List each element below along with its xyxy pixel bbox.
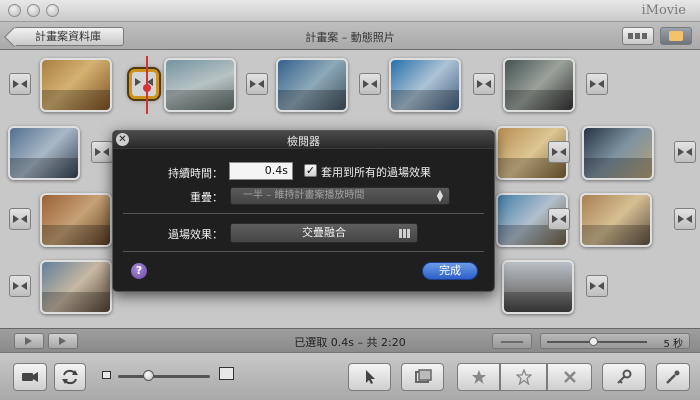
divider xyxy=(123,251,484,252)
overlap-select[interactable]: 一半 – 維持計畫案播放時間 ▲ ▼ xyxy=(230,187,450,205)
swap-arrows-icon xyxy=(62,369,78,385)
large-thumbnail-icon xyxy=(219,367,234,380)
mark-favorite-button[interactable] xyxy=(457,363,500,391)
transition-effect-label: 過場效果： xyxy=(168,228,223,241)
star-filled-icon xyxy=(471,370,486,384)
apply-all-label[interactable]: 套用到所有的過場效果 xyxy=(321,164,431,180)
keyword-button[interactable] xyxy=(602,363,646,391)
camera-import-button[interactable] xyxy=(13,363,47,391)
speech-bubble-icon xyxy=(669,31,683,41)
select-arrows-icon: ▲ ▼ xyxy=(436,188,443,203)
unmark-button[interactable] xyxy=(500,363,547,391)
inspector-titlebar: ✕ 檢閱器 xyxy=(113,131,494,149)
zoom-window-button[interactable] xyxy=(46,4,59,17)
window-titlebar: iMovie xyxy=(0,0,700,22)
pointer-tool-button[interactable] xyxy=(348,363,391,391)
small-thumbnail-icon xyxy=(102,371,111,379)
audio-waveform-button[interactable] xyxy=(492,333,532,349)
add-clip-icon xyxy=(414,369,432,383)
project-header: 計畫案資料庫 計畫案 – 動態照片 xyxy=(0,22,700,50)
done-button[interactable]: 完成 xyxy=(422,262,478,280)
add-to-project-button[interactable] xyxy=(401,363,444,391)
apply-all-checkbox[interactable]: ✓ xyxy=(304,164,317,177)
star-outline-icon xyxy=(515,369,532,385)
filmstrip-view-button[interactable] xyxy=(622,27,654,45)
divider xyxy=(123,213,484,214)
reject-button[interactable] xyxy=(547,363,592,391)
thumbnail-size-knob[interactable] xyxy=(143,370,154,381)
eyedropper-button[interactable] xyxy=(656,363,690,391)
view-buttons xyxy=(622,27,692,45)
zoom-value: 5 秒 xyxy=(663,339,683,350)
x-icon xyxy=(563,371,576,383)
inspector-dialog: ✕ 檢閱器 持續時間： 0.4s ✓ 套用到所有的過場效果 重疊： 一半 – 維… xyxy=(112,130,495,292)
help-button[interactable]: ? xyxy=(131,263,147,279)
close-window-button[interactable] xyxy=(8,4,21,17)
arrow-cursor-icon xyxy=(365,370,375,384)
status-bar: 已選取 0.4s – 共 2:20 5 秒 xyxy=(0,328,700,352)
overlap-value: 一半 – 維持計畫案播放時間 xyxy=(243,190,365,201)
minimize-window-button[interactable] xyxy=(27,4,40,17)
grid-icon xyxy=(399,229,411,238)
project-title: 計畫案 – 動態照片 xyxy=(305,31,395,44)
key-icon xyxy=(617,369,632,384)
zoom-slider[interactable]: 5 秒 xyxy=(540,333,690,350)
transition-effect-value: 交疊融合 xyxy=(302,226,346,239)
duration-field[interactable]: 0.4s xyxy=(229,162,293,180)
zoom-knob[interactable] xyxy=(589,337,598,346)
comments-view-button[interactable] xyxy=(660,27,692,45)
transition-effect-button[interactable]: 交疊融合 xyxy=(230,223,418,243)
filmstrip-icon xyxy=(628,33,648,39)
camera-icon xyxy=(22,372,38,382)
thumbnail-size-track[interactable] xyxy=(118,375,210,378)
overlap-label: 重疊： xyxy=(190,191,223,204)
swap-events-projects-button[interactable] xyxy=(54,363,86,391)
eyedropper-icon xyxy=(666,370,680,384)
inspector-title: 檢閱器 xyxy=(287,135,320,148)
app-title: iMovie xyxy=(641,3,687,18)
duration-label: 持續時間： xyxy=(168,167,223,180)
